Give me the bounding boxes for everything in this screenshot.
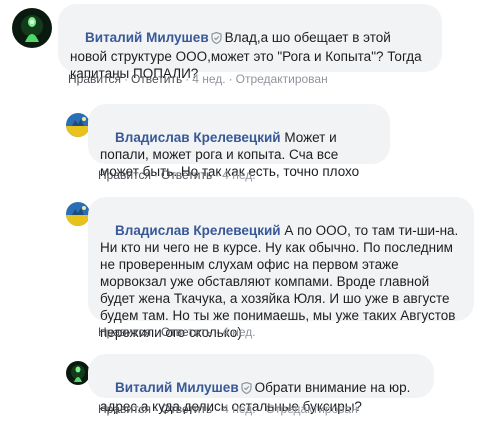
avatar-image	[12, 8, 52, 48]
author-name[interactable]: Владислав Крелевецкий	[115, 130, 281, 145]
edited-label[interactable]: Отредактирован	[266, 402, 358, 416]
separator: ·	[215, 325, 220, 339]
comment-bubble: Владислав Крелевецкий Может и попали, мо…	[88, 104, 390, 179]
reply-link[interactable]: Ответить	[161, 325, 212, 339]
separator: ·	[228, 72, 233, 86]
comment-bubble: Виталий Милушев Обрати внимание на юр. ад…	[88, 354, 434, 414]
author-name[interactable]: Виталий Милушев	[85, 30, 209, 45]
shield-badge-icon	[241, 381, 252, 398]
reply-link[interactable]: Ответить	[161, 402, 212, 416]
comment-bubble: Владислав Крелевецкий А по ООО, то там т…	[88, 197, 474, 340]
avatar-vladislav[interactable]	[66, 202, 90, 226]
comment-actions: Нравится · Ответить · 4 нед. · Отредактирован	[98, 402, 358, 416]
like-link[interactable]: Нравится	[98, 168, 151, 182]
avatar-image	[66, 361, 90, 385]
avatar-vladislav[interactable]	[66, 113, 90, 137]
comment-actions: Нравится · Ответить · 4 нед. · Отредактирован	[68, 72, 328, 86]
like-link[interactable]: Нравится	[98, 325, 151, 339]
avatar-image	[66, 113, 90, 137]
timestamp[interactable]: 4 нед.	[192, 72, 225, 86]
shield-badge-icon	[211, 31, 222, 48]
timestamp[interactable]: 4 нед.	[222, 168, 255, 182]
reply-link[interactable]: Ответить	[131, 72, 182, 86]
avatar-image	[66, 202, 90, 226]
separator: ·	[123, 72, 128, 86]
separator: ·	[153, 168, 158, 182]
edited-label[interactable]: Отредактирован	[236, 72, 328, 86]
separator: ·	[153, 325, 158, 339]
separator: ·	[153, 402, 158, 416]
separator: ·	[185, 72, 190, 86]
separator: ·	[215, 402, 220, 416]
comment-text: А по ООО, то там ти-ши-на. Ни кто ни чег…	[100, 223, 463, 340]
avatar-vitaliy[interactable]	[12, 8, 52, 48]
reply-link[interactable]: Ответить	[161, 168, 212, 182]
comment-actions: Нравится · Ответить · 4 нед.	[98, 325, 256, 339]
avatar-vitaliy[interactable]	[66, 361, 90, 385]
timestamp[interactable]: 4 нед.	[222, 402, 255, 416]
comment-bubble: Виталий Милушев Влад,а шо обещает в этой …	[58, 4, 442, 81]
separator: ·	[215, 168, 220, 182]
timestamp[interactable]: 4 нед.	[222, 325, 255, 339]
author-name[interactable]: Виталий Милушев	[115, 380, 239, 395]
separator: ·	[258, 402, 263, 416]
comment-actions: Нравится · Ответить · 4 нед.	[98, 168, 256, 182]
like-link[interactable]: Нравится	[68, 72, 121, 86]
like-link[interactable]: Нравится	[98, 402, 151, 416]
author-name[interactable]: Владислав Крелевецкий	[115, 223, 281, 238]
